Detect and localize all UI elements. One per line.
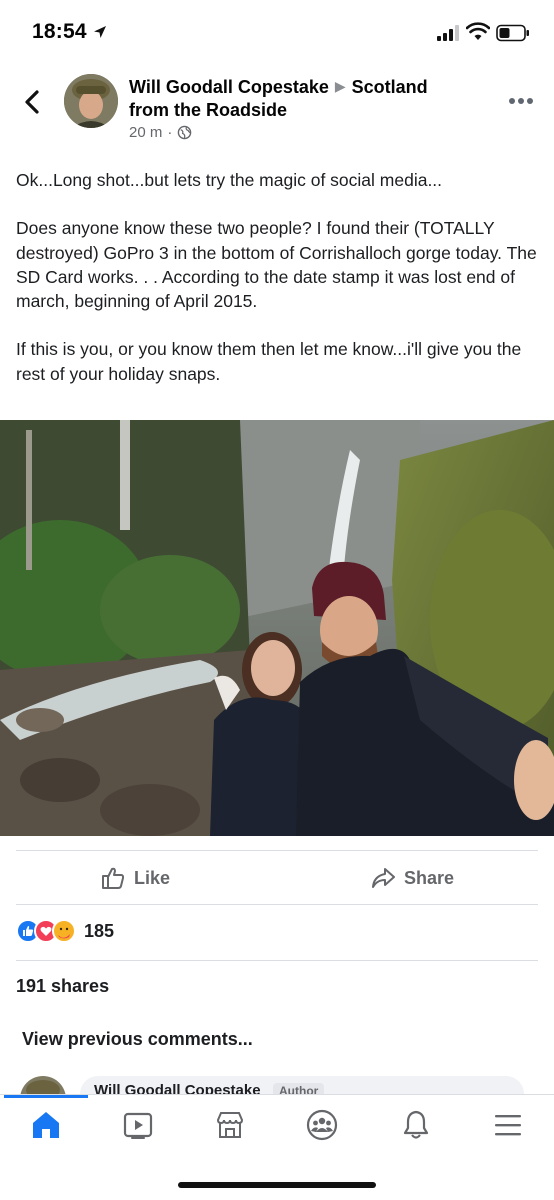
cellular-signal-icon xyxy=(437,25,459,41)
status-bar: 18:54 xyxy=(0,0,554,62)
battery-icon xyxy=(496,24,529,42)
view-previous-comments[interactable]: View previous comments... xyxy=(22,1029,253,1050)
post-paragraph: Ok...Long shot...but lets try the magic … xyxy=(16,170,443,190)
video-icon xyxy=(123,1112,153,1139)
post-photo[interactable] xyxy=(0,420,554,836)
post-meta: 20 m · xyxy=(129,124,192,141)
reactions-summary[interactable]: 185 xyxy=(16,918,114,944)
tab-home[interactable] xyxy=(26,1107,66,1143)
more-options-button[interactable] xyxy=(506,94,536,108)
bell-icon xyxy=(403,1110,429,1139)
share-label: Share xyxy=(404,867,455,888)
divider xyxy=(16,904,538,905)
post-paragraph: If this is you, or you know them then le… xyxy=(16,339,522,384)
tab-watch[interactable] xyxy=(118,1107,158,1143)
home-indicator[interactable] xyxy=(178,1182,376,1188)
share-arrow-icon xyxy=(372,868,395,888)
reaction-count: 185 xyxy=(84,920,115,941)
home-icon xyxy=(33,1112,59,1138)
tab-menu[interactable] xyxy=(488,1107,528,1143)
divider xyxy=(16,960,538,961)
tab-marketplace[interactable] xyxy=(210,1107,250,1143)
author-avatar[interactable] xyxy=(64,74,118,128)
location-arrow-icon xyxy=(94,26,106,38)
active-tab-indicator xyxy=(4,1095,88,1098)
share-button[interactable]: Share xyxy=(370,860,454,896)
thumbs-up-icon xyxy=(102,867,125,889)
tab-groups[interactable] xyxy=(302,1107,342,1143)
menu-icon xyxy=(495,1115,521,1136)
groups-icon xyxy=(306,1109,338,1141)
marketplace-icon xyxy=(216,1112,244,1138)
author-name-link[interactable]: Will Goodall Copestake xyxy=(129,77,329,97)
post-paragraph: Does anyone know these two people? I fou… xyxy=(16,218,537,312)
like-label: Like xyxy=(134,867,171,888)
back-button[interactable] xyxy=(18,86,48,118)
tab-notifications[interactable] xyxy=(396,1107,436,1143)
globe-icon xyxy=(178,125,192,140)
post-timestamp[interactable]: 20 m xyxy=(129,124,162,141)
care-reaction-icon xyxy=(52,919,76,943)
wifi-icon xyxy=(466,22,490,40)
arrow-right-icon: ▶ xyxy=(334,78,346,94)
post-author-line: Will Goodall Copestake ▶ Scotland from the… xyxy=(129,75,469,122)
shares-count[interactable]: 191 shares xyxy=(16,976,109,997)
post-body: Ok...Long shot...but lets try the magic … xyxy=(16,168,542,410)
meta-separator: · xyxy=(167,124,173,141)
divider xyxy=(16,850,538,851)
like-button[interactable]: Like xyxy=(100,860,170,896)
status-time: 18:54 xyxy=(32,20,87,43)
